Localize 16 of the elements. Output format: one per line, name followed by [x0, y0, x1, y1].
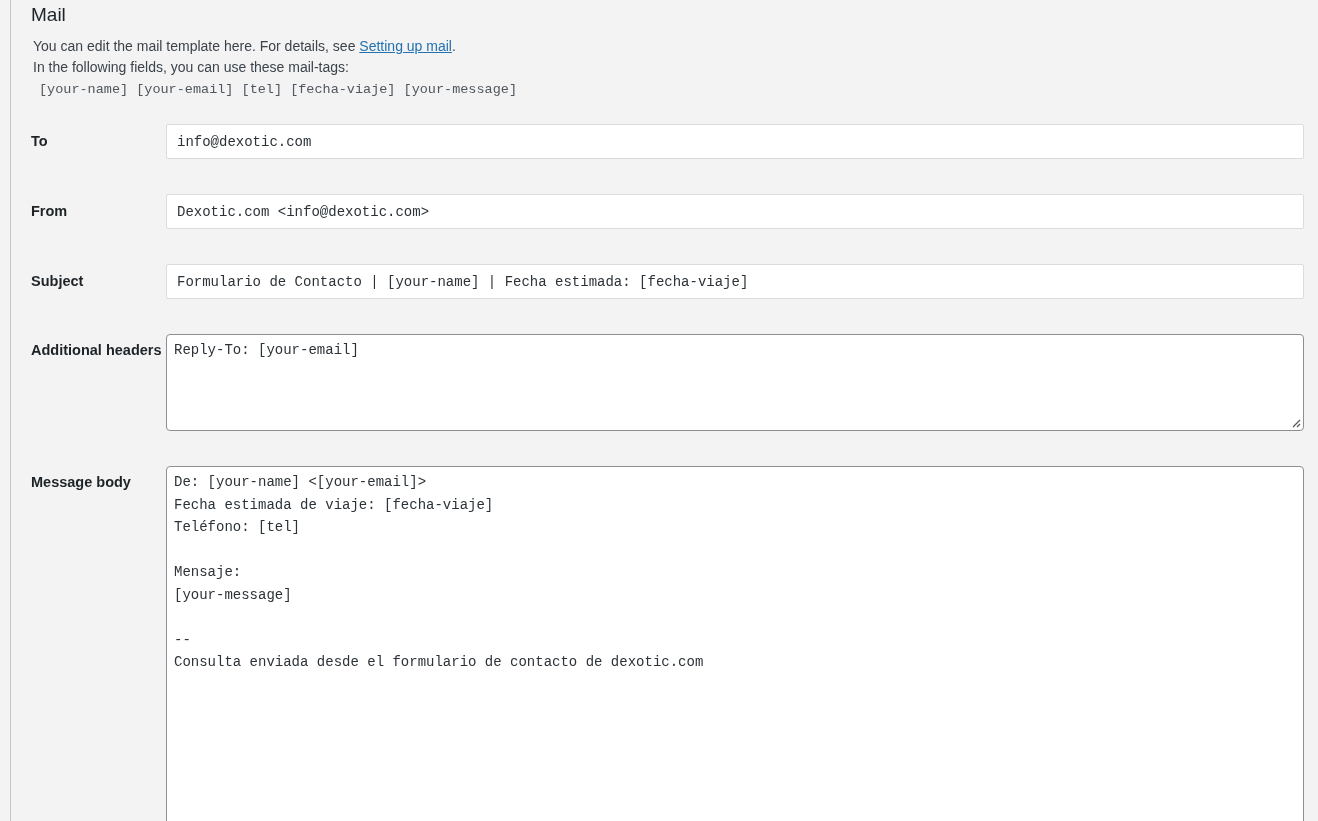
- field-label: Message body: [31, 473, 132, 492]
- resize-handle-icon[interactable]: [1291, 418, 1301, 428]
- description-text: You can edit the mail template here. For details, see Setting up mail.: [33, 37, 457, 56]
- text-field[interactable]: info@dexotic.com: [166, 124, 1304, 159]
- setting-up-mail-link[interactable]: Setting up mail: [359, 38, 452, 54]
- field-label: To: [31, 132, 49, 151]
- section-title: Mail: [31, 3, 67, 27]
- field-label: Additional headers: [31, 341, 163, 360]
- field-label: From: [31, 202, 69, 221]
- text-field[interactable]: Dexotic.com <info@dexotic.com>: [166, 194, 1304, 229]
- mail-tags-text: [your-name] [your-email] [tel] [fecha-viaje] [your-message]: [39, 81, 518, 99]
- text-field[interactable]: Formulario de Contacto | [your-name] | Fecha estimada: [fecha-viaje]: [166, 264, 1304, 299]
- textarea-field[interactable]: Reply-To: [your-email]: [166, 334, 1304, 431]
- textarea-field[interactable]: De: [your-name] <[your-email]> Fecha estimada de viaje: [fecha-viaje] Teléfono: [tel] Mensaje: [your-message] -- Consulta enviada desde el formulario de contacto de dexotic.com: [166, 466, 1304, 821]
- tags-intro-text: In the following fields, you can use these mail-tags:: [33, 58, 350, 77]
- field-label: Subject: [31, 272, 85, 291]
